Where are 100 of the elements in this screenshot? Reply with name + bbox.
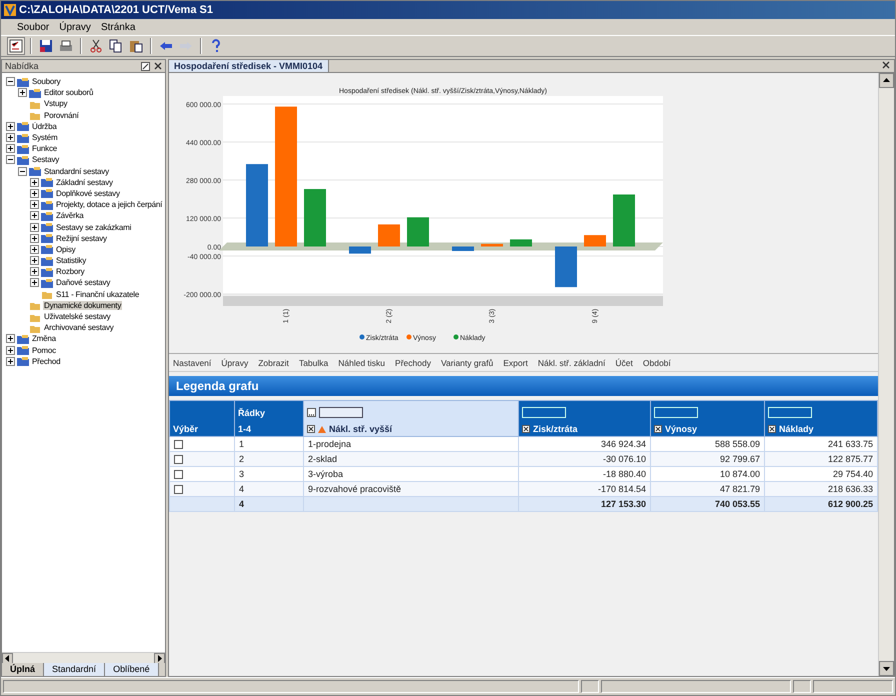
folder-icon — [29, 110, 41, 120]
arrow-up-icon[interactable] — [883, 78, 890, 83]
expand-icon[interactable] — [6, 133, 15, 142]
menu-item[interactable]: Soubor — [13, 22, 54, 32]
tree-item[interactable]: Statistiky — [55, 256, 88, 266]
section-title: Legenda grafu — [176, 379, 259, 393]
column-header: Nákl. stř. vyšší — [304, 400, 518, 436]
tree-item[interactable]: Pomoc — [31, 346, 57, 355]
tree-item[interactable]: Základní sestavy — [55, 178, 114, 187]
expand-icon[interactable] — [30, 234, 39, 243]
row-checkbox[interactable] — [174, 485, 183, 494]
tree-item[interactable]: Editor souborů — [43, 88, 94, 98]
close-icon[interactable] — [882, 61, 890, 69]
action-menu-item[interactable]: Varianty grafů — [440, 358, 494, 368]
tree-item[interactable]: Funkce — [31, 144, 58, 154]
tree-item[interactable]: Doplňkové sestavy — [55, 188, 121, 198]
folder-icon — [17, 76, 29, 87]
expand-icon[interactable] — [30, 222, 39, 232]
action-menu-item[interactable]: Náhled tisku — [338, 358, 386, 368]
row-checkbox[interactable] — [174, 470, 183, 480]
expand-icon[interactable] — [6, 122, 15, 131]
tree-item[interactable]: Soubory — [31, 77, 62, 86]
expand-icon[interactable] — [30, 178, 39, 187]
pin-icon[interactable] — [141, 62, 150, 70]
folder-icon — [41, 188, 53, 198]
action-menu-item[interactable]: Nákl. stř. základní — [538, 358, 606, 368]
action-menu-item[interactable]: Období — [642, 358, 671, 368]
tree-item[interactable]: Dynamické dokumenty — [43, 300, 122, 310]
expand-icon[interactable] — [6, 356, 15, 366]
horizontal-scrollbar[interactable] — [2, 652, 165, 663]
arrow-right-icon[interactable] — [157, 654, 162, 662]
expand-icon[interactable] — [18, 88, 27, 98]
arrow-left-icon[interactable] — [5, 654, 10, 662]
panel-tab[interactable]: Oblíbené — [105, 663, 159, 676]
tree-item[interactable]: Projekty, dotace a jejich čerpání — [55, 200, 164, 210]
panel-tab[interactable]: Standardní — [44, 663, 106, 676]
action-menu-item[interactable]: Zobrazit — [258, 358, 289, 368]
tree-item[interactable]: S11 - Finanční ukazatele — [55, 290, 140, 299]
action-menu-item[interactable]: Účet — [615, 358, 633, 368]
expand-icon[interactable] — [30, 244, 39, 254]
action-menu-item[interactable]: Export — [503, 358, 528, 368]
action-menu-item[interactable]: Úpravy — [221, 358, 248, 368]
tree-item[interactable]: Standardní sestavy — [43, 166, 110, 176]
row-checkbox[interactable] — [174, 440, 183, 450]
tree-item[interactable]: Sestavy — [31, 155, 60, 164]
tree-item[interactable]: Systém — [31, 133, 58, 142]
close-icon[interactable] — [154, 62, 162, 70]
action-menu-item[interactable]: Nastavení — [173, 358, 212, 368]
expand-icon[interactable] — [6, 144, 15, 154]
tree-item[interactable]: Porovnání — [43, 110, 80, 120]
table-cell: 588 558.09 — [714, 439, 760, 449]
collapse-icon[interactable] — [6, 77, 15, 86]
action-menu-item[interactable]: Přechody — [395, 358, 431, 368]
table-cell: 3-výroba — [308, 469, 344, 479]
save-button[interactable] — [37, 37, 55, 55]
tree-item[interactable]: Údržba — [31, 122, 58, 131]
menu-item[interactable]: Úpravy — [55, 22, 95, 32]
expand-icon[interactable] — [30, 211, 39, 220]
folder-icon — [29, 88, 41, 98]
tree-item[interactable]: Opisy — [55, 244, 76, 254]
tree-item[interactable]: Režijní sestavy — [55, 234, 108, 243]
column-header: Řádky 1-4 — [234, 400, 304, 436]
row-checkbox[interactable] — [174, 455, 183, 464]
expand-icon[interactable] — [30, 200, 39, 210]
filter-field[interactable] — [319, 407, 363, 418]
tree-item[interactable]: Změna — [31, 334, 57, 344]
expand-icon[interactable] — [30, 256, 39, 266]
tree-item[interactable]: Rozbory — [55, 267, 86, 276]
action-menu-item[interactable]: Tabulka — [298, 358, 328, 368]
tree-item[interactable]: Uživatelské sestavy — [43, 312, 112, 322]
chart-bar — [452, 246, 474, 252]
tree-item[interactable]: Sestavy se zakázkami — [55, 222, 132, 232]
expand-icon[interactable] — [30, 188, 39, 198]
chart-bar — [584, 235, 606, 246]
tree-item[interactable]: Přechod — [31, 356, 62, 366]
checklist-button[interactable] — [7, 37, 25, 55]
tree-item[interactable]: Vstupy — [43, 99, 68, 108]
folder-icon — [41, 222, 53, 232]
folder-icon — [17, 356, 29, 366]
document-tab[interactable]: Hospodaření středisek - VMMI0104 — [169, 60, 329, 72]
app-icon — [4, 4, 16, 16]
collapse-icon[interactable] — [18, 166, 27, 176]
vertical-scrollbar[interactable] — [878, 73, 894, 676]
window-title: C:\ZALOHA\DATA\2201 UCT/Vema S1 — [19, 4, 213, 16]
expand-icon[interactable] — [6, 346, 15, 355]
table-cell: -170 814.54 — [598, 484, 646, 494]
menu-item[interactable]: Stránka — [96, 22, 140, 32]
more-button[interactable] — [307, 408, 316, 417]
arrow-down-icon[interactable] — [883, 666, 890, 671]
tree-item[interactable]: Daňové sestavy — [55, 278, 112, 288]
expand-icon[interactable] — [6, 334, 15, 344]
collapse-icon[interactable] — [6, 155, 15, 164]
expand-icon[interactable] — [30, 278, 39, 288]
tree-item[interactable]: Archivované sestavy — [43, 323, 115, 332]
folder-icon — [41, 266, 53, 277]
tree-item[interactable]: Závěrka — [55, 211, 84, 220]
expand-icon[interactable] — [30, 267, 39, 276]
total-cell: 612 900.25 — [828, 499, 873, 509]
checkbox-icon — [654, 425, 662, 433]
table-cell: 2 — [239, 454, 244, 464]
